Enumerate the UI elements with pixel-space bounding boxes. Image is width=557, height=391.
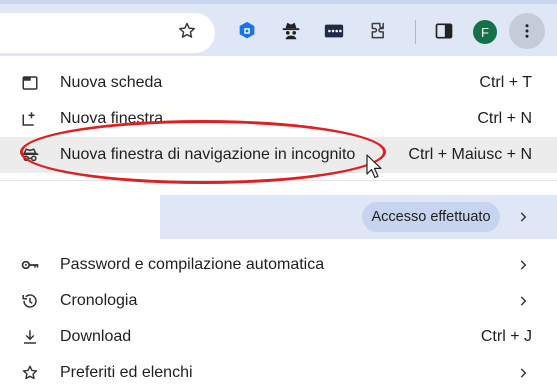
- menu-item-shortcut: Ctrl + N: [477, 110, 532, 127]
- menu-item-label: Password e compilazione automatica: [60, 256, 325, 273]
- key-icon: [20, 255, 40, 275]
- menu-item-new-tab[interactable]: Nuova scheda Ctrl + T: [0, 65, 557, 101]
- chevron-right-icon: [515, 365, 531, 381]
- new-window-icon: [20, 109, 40, 129]
- menu-item-shortcut: Ctrl + Maiusc + N: [408, 146, 532, 163]
- menu-item-label: Nuova finestra: [60, 110, 164, 127]
- menu-item-passwords[interactable]: Password e compilazione automatica: [0, 247, 557, 283]
- menu-item-bookmarks[interactable]: Preferiti ed elenchi: [0, 355, 557, 391]
- bookmark-star-icon: [20, 363, 40, 383]
- three-dots-vertical-icon[interactable]: [509, 13, 545, 49]
- menu-item-label: Nuova finestra di navigazione in incogni…: [60, 146, 356, 163]
- chevron-right-icon: [515, 257, 531, 273]
- menu-item-download[interactable]: Download Ctrl + J: [0, 319, 557, 355]
- download-icon: [20, 327, 40, 347]
- menu-item-new-incognito-window[interactable]: Nuova finestra di navigazione in incogni…: [0, 137, 557, 173]
- profile-row[interactable]: Accesso effettuato: [8, 195, 557, 239]
- side-panel-icon[interactable]: [430, 17, 458, 45]
- browser-toolbar: F: [0, 0, 557, 56]
- avatar[interactable]: F: [473, 20, 497, 44]
- toolbar-top-edge: [0, 0, 557, 4]
- star-icon[interactable]: [173, 17, 201, 45]
- menu-divider: [0, 180, 557, 181]
- mouse-cursor-icon: [366, 154, 382, 179]
- password-dots-icon[interactable]: [320, 17, 348, 45]
- status-badge[interactable]: Accesso effettuato: [362, 202, 500, 232]
- toolbar-separator: [415, 20, 416, 44]
- chevron-right-icon: [515, 209, 531, 225]
- puzzle-extensions-icon[interactable]: [365, 17, 393, 45]
- new-tab-icon: [20, 73, 40, 93]
- menu-item-history[interactable]: Cronologia: [0, 283, 557, 319]
- incognito-icon: [20, 145, 40, 165]
- menu-item-new-window[interactable]: Nuova finestra Ctrl + N: [0, 101, 557, 137]
- menu-item-label: Cronologia: [60, 292, 138, 309]
- menu-item-label: Nuova scheda: [60, 74, 163, 91]
- chevron-right-icon: [515, 293, 531, 309]
- profile-name-area: [8, 195, 160, 239]
- history-icon: [20, 291, 40, 311]
- extension-blue-icon[interactable]: [233, 17, 261, 45]
- menu-item-shortcut: Ctrl + T: [479, 74, 532, 91]
- menu-item-label: Preferiti ed elenchi: [60, 364, 193, 381]
- menu-item-shortcut: Ctrl + J: [480, 328, 532, 345]
- incognito-spy-icon[interactable]: [277, 17, 305, 45]
- browser-main-menu: Nuova scheda Ctrl + T Nuova finestra Ctr…: [0, 56, 557, 381]
- menu-item-label: Download: [60, 328, 132, 345]
